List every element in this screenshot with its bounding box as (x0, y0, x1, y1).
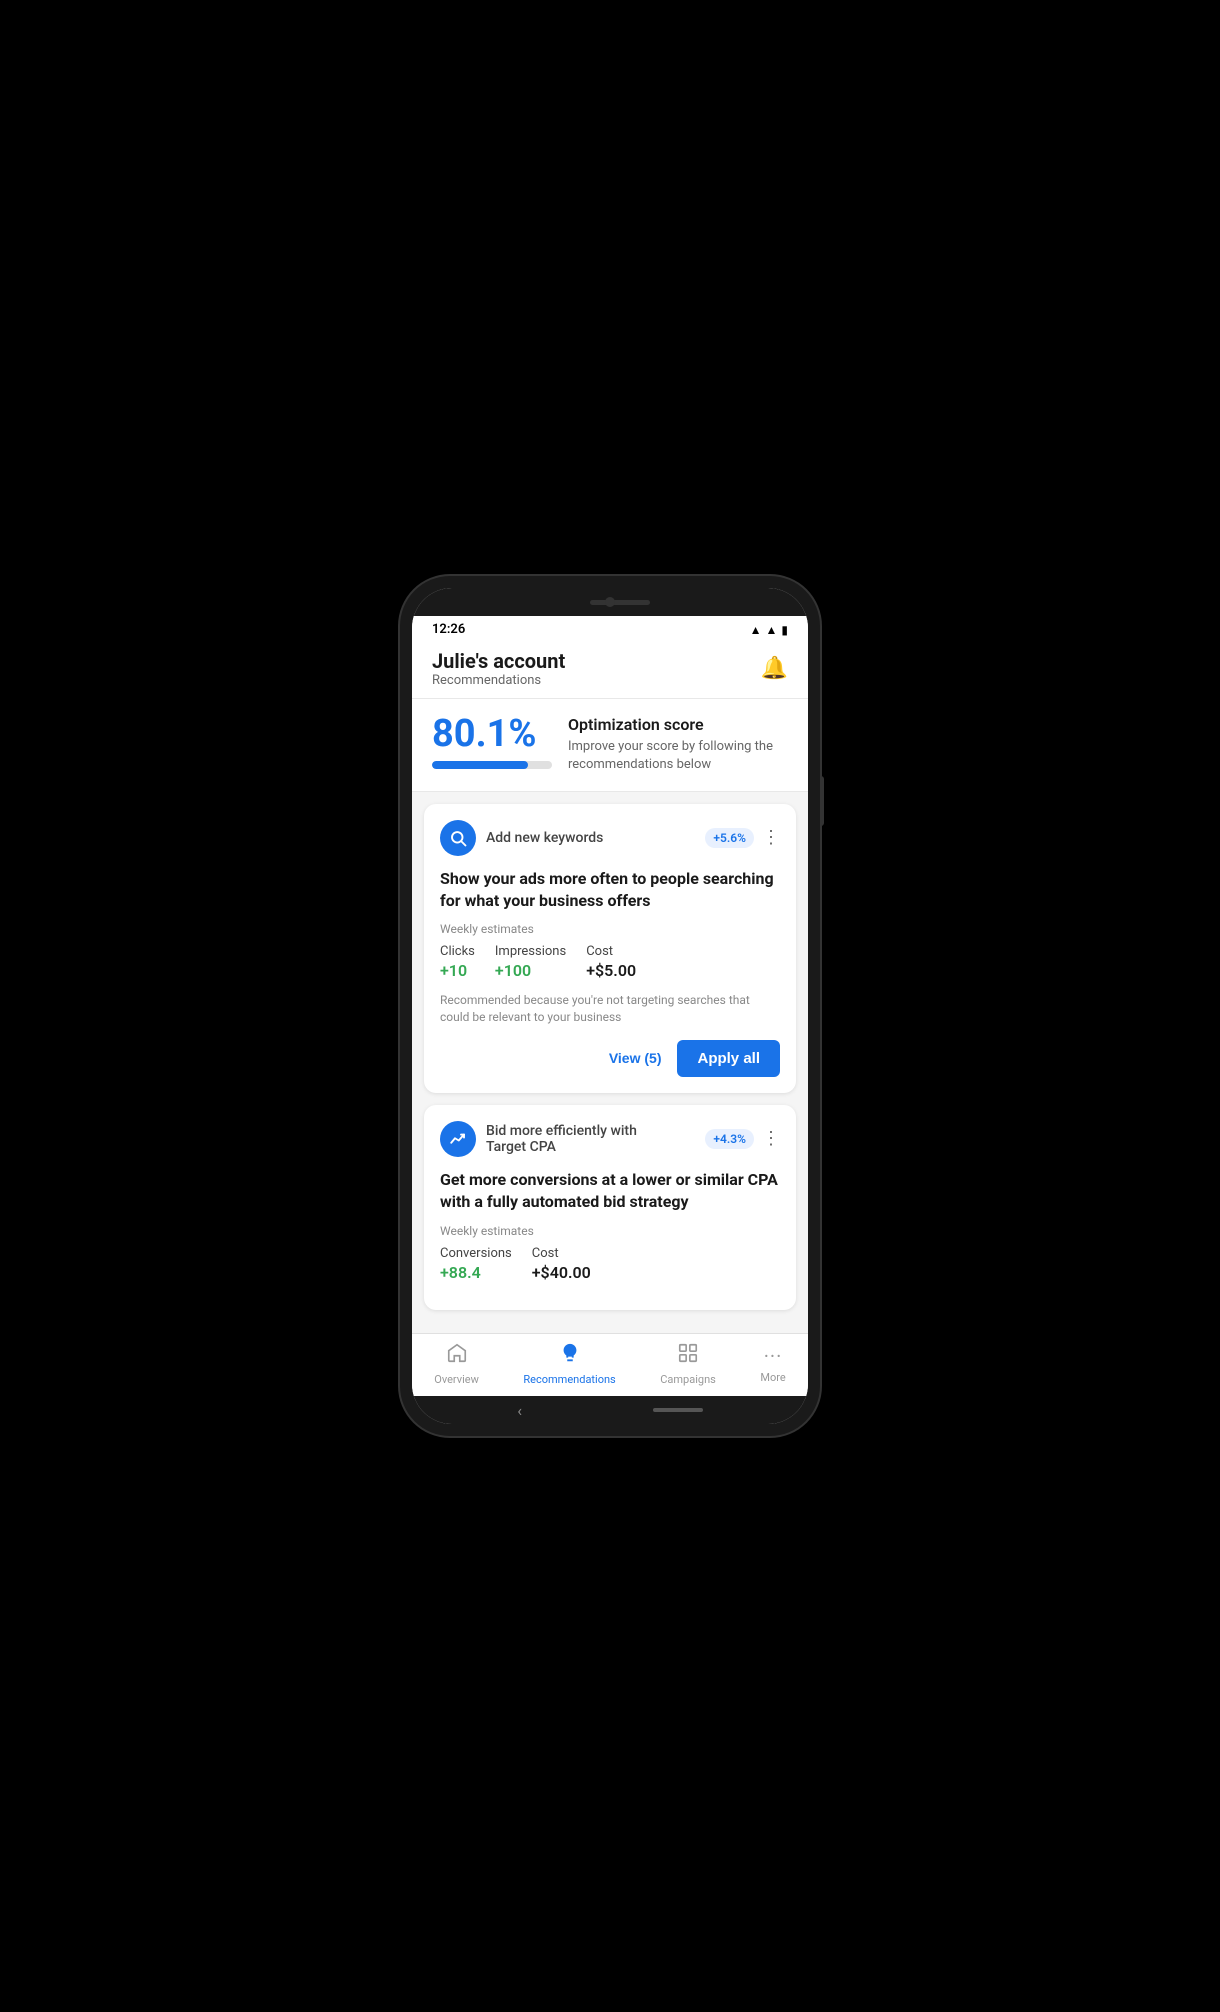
card-1-actions: View (5) Apply all (440, 1040, 780, 1077)
nav-item-overview[interactable]: Overview (434, 1342, 479, 1386)
card-2-stat-conversions: Conversions +88.4 (440, 1246, 512, 1282)
nav-label-campaigns: Campaigns (660, 1373, 716, 1386)
notch-speaker (590, 600, 650, 605)
card-1-reason: Recommended because you're not targeting… (440, 992, 780, 1026)
card-1-header-left: Add new keywords (440, 820, 603, 856)
stat-value-impressions: +100 (495, 961, 566, 980)
card-2-title: Bid more efficiently with Target CPA (486, 1123, 637, 1155)
stat-value-clicks: +10 (440, 961, 475, 980)
stat-label-clicks: Clicks (440, 944, 475, 959)
card-1-more-button[interactable]: ⋮ (762, 829, 780, 847)
card-2-main-title: Get more conversions at a lower or simil… (440, 1169, 780, 1214)
notch-camera (605, 597, 615, 607)
opt-score-description: Improve your score by following the reco… (568, 738, 788, 774)
card-2-header-right: +4.3% ⋮ (705, 1129, 780, 1149)
back-button[interactable]: ‹ (517, 1401, 522, 1420)
more-icon: ··· (764, 1344, 783, 1368)
phone-notch (412, 588, 808, 616)
progress-bar-fill (432, 761, 528, 769)
opt-score-value: 80.1% (432, 715, 537, 753)
card-1-stat-cost: Cost +$5.00 (586, 944, 636, 980)
nav-item-more[interactable]: ··· More (760, 1344, 785, 1384)
nav-label-more: More (760, 1371, 785, 1384)
card-1-stats-row: Clicks +10 Impressions +100 Cost +$5.00 (440, 944, 780, 980)
stat-value-cost: +$5.00 (586, 961, 636, 980)
nav-item-recommendations[interactable]: Recommendations (523, 1342, 615, 1386)
stat-label-conversions: Conversions (440, 1246, 512, 1261)
campaigns-icon (677, 1342, 699, 1370)
card-1-stat-clicks: Clicks +10 (440, 944, 475, 980)
stat-label-impressions: Impressions (495, 944, 566, 959)
card-1-title: Add new keywords (486, 830, 603, 846)
scroll-content[interactable]: 80.1% Optimization score Improve your sc… (412, 699, 808, 1333)
stat-label-cost-2: Cost (532, 1246, 591, 1261)
recommendation-card-1: Add new keywords +5.6% ⋮ Show your ads m… (424, 804, 796, 1093)
header-text: Julie's account Recommendations (432, 649, 565, 688)
bottom-nav: Overview Recommendations (412, 1333, 808, 1396)
card-1-stat-impressions: Impressions +100 (495, 944, 566, 980)
header-title: Julie's account (432, 649, 565, 673)
card-1-header: Add new keywords +5.6% ⋮ (440, 820, 780, 856)
stat-value-conversions: +88.4 (440, 1263, 512, 1282)
card-2-header: Bid more efficiently with Target CPA +4.… (440, 1121, 780, 1157)
card-1-weekly-label: Weekly estimates (440, 922, 780, 936)
header-subtitle: Recommendations (432, 673, 565, 688)
phone-device: 12:26 ▲ ▲ ▮ Julie's account Recommendati… (400, 576, 820, 1436)
card-2-weekly-label: Weekly estimates (440, 1224, 780, 1238)
overview-icon (446, 1342, 468, 1370)
stat-label-cost: Cost (586, 944, 636, 959)
bell-icon[interactable]: 🔔 (761, 656, 788, 681)
nav-item-campaigns[interactable]: Campaigns (660, 1342, 716, 1386)
card-2-score-badge: +4.3% (705, 1129, 754, 1149)
phone-screen: 12:26 ▲ ▲ ▮ Julie's account Recommendati… (412, 588, 808, 1424)
status-icons: ▲ ▲ ▮ (750, 623, 788, 637)
card-2-stats-row: Conversions +88.4 Cost +$40.00 (440, 1246, 780, 1282)
phone-side-button (820, 776, 824, 826)
stat-value-cost-2: +$40.00 (532, 1263, 591, 1282)
opt-score-title: Optimization score (568, 715, 788, 734)
view-button[interactable]: View (5) (605, 1042, 666, 1074)
opt-score-right: Optimization score Improve your score by… (568, 715, 788, 775)
recommendation-card-2: Bid more efficiently with Target CPA +4.… (424, 1105, 796, 1310)
status-bar: 12:26 ▲ ▲ ▮ (412, 616, 808, 641)
status-time: 12:26 (432, 622, 465, 637)
card-1-score-badge: +5.6% (705, 828, 754, 848)
progress-bar-container (432, 761, 552, 769)
app-header: Julie's account Recommendations 🔔 (412, 641, 808, 699)
cards-container: Add new keywords +5.6% ⋮ Show your ads m… (412, 792, 808, 1322)
signal-icon: ▲ (766, 623, 778, 637)
card-2-header-left: Bid more efficiently with Target CPA (440, 1121, 637, 1157)
trend-icon-circle (440, 1121, 476, 1157)
nav-label-overview: Overview (434, 1373, 479, 1386)
wifi-icon: ▲ (750, 623, 762, 637)
recommendations-icon (559, 1342, 581, 1370)
card-2-more-button[interactable]: ⋮ (762, 1130, 780, 1148)
opt-score-left: 80.1% (432, 715, 552, 769)
search-icon-circle (440, 820, 476, 856)
apply-all-button[interactable]: Apply all (677, 1040, 780, 1077)
nav-label-recommendations: Recommendations (523, 1373, 615, 1386)
card-1-main-title: Show your ads more often to people searc… (440, 868, 780, 913)
optimization-score-section: 80.1% Optimization score Improve your sc… (412, 699, 808, 792)
battery-icon: ▮ (781, 623, 788, 637)
card-1-header-right: +5.6% ⋮ (705, 828, 780, 848)
card-2-stat-cost: Cost +$40.00 (532, 1246, 591, 1282)
phone-bottom-bar: ‹ (412, 1396, 808, 1424)
home-pill[interactable] (653, 1408, 703, 1412)
